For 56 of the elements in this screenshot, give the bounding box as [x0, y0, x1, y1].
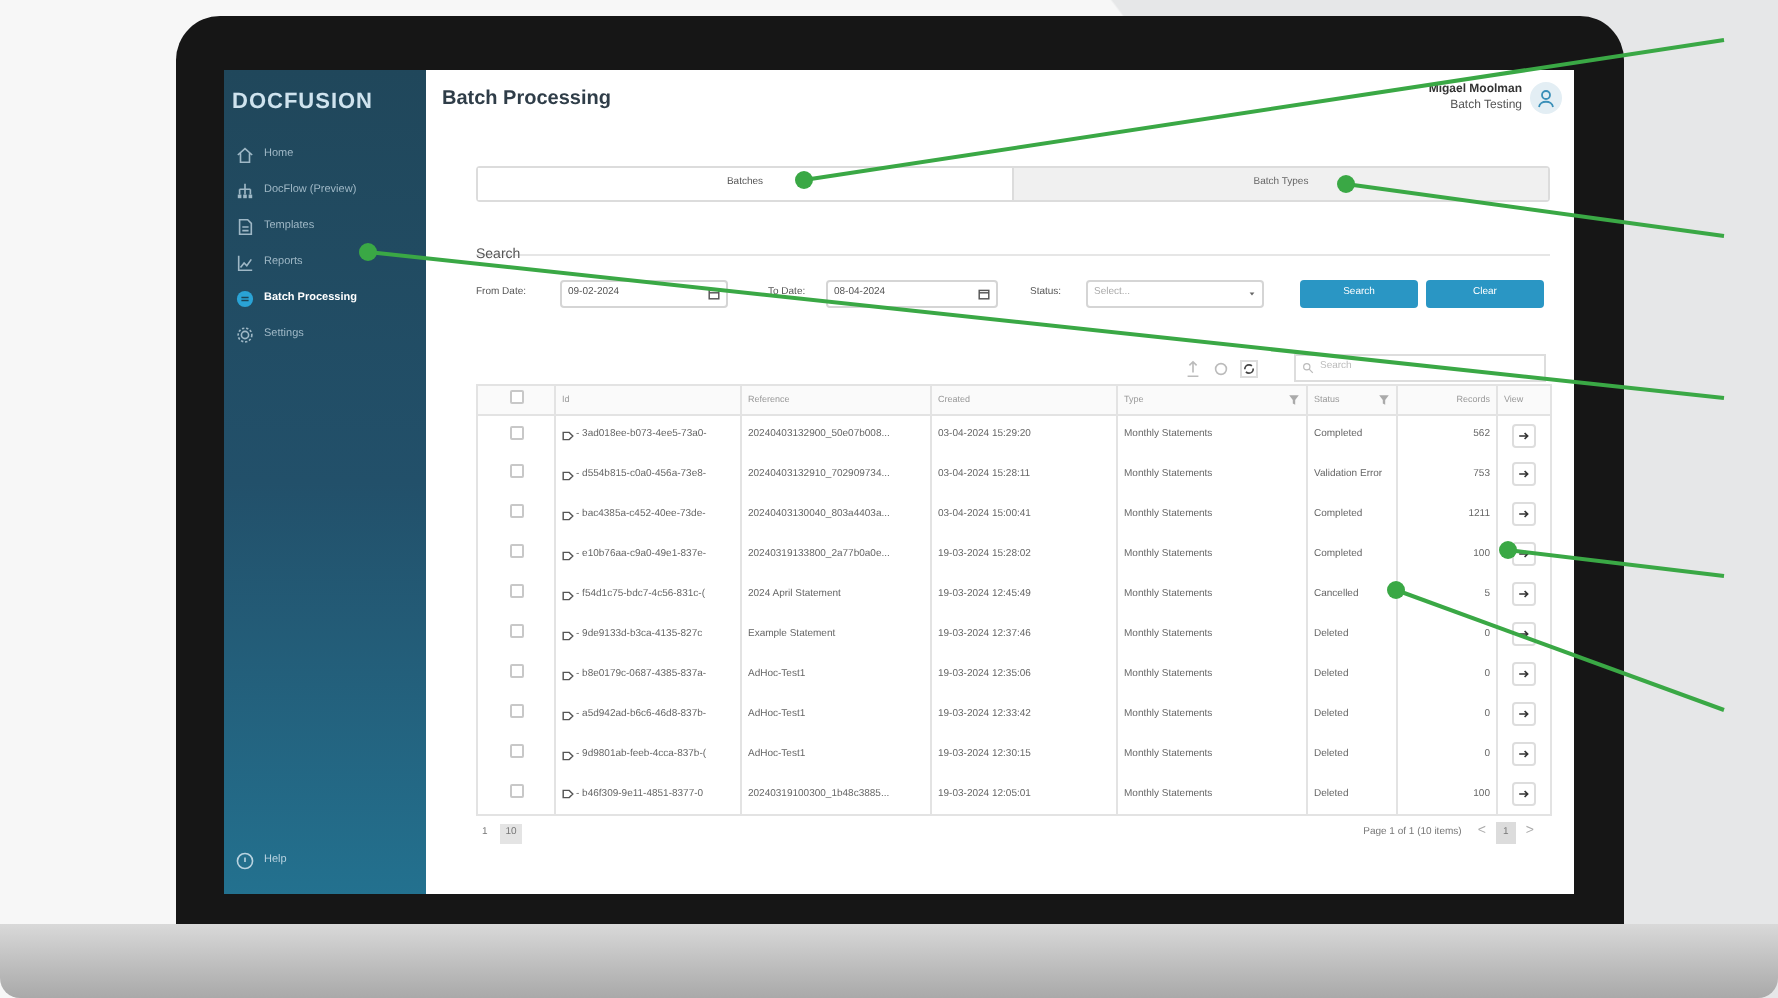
sync-icon: [1240, 359, 1258, 377]
document-icon: [236, 217, 254, 235]
view-button[interactable]: [1512, 662, 1536, 687]
tag-icon: [562, 549, 574, 561]
filter-icon: [1378, 394, 1390, 406]
arrow-right-icon: [1518, 628, 1530, 641]
view-button[interactable]: [1512, 502, 1536, 527]
arrow-right-icon: [1518, 708, 1530, 721]
filter-icon: [1288, 394, 1300, 406]
arrow-right-icon: [1518, 508, 1530, 521]
checkbox[interactable]: [509, 624, 523, 639]
tag-icon: [562, 509, 574, 521]
tag-icon: [562, 709, 574, 721]
hierarchy-icon: [236, 181, 254, 199]
arrow-right-icon: [1518, 668, 1530, 681]
help-icon: [236, 851, 254, 869]
view-button[interactable]: [1512, 423, 1536, 447]
calendar-icon: [978, 288, 990, 300]
tag-icon: [562, 669, 574, 681]
checkbox[interactable]: [509, 704, 523, 719]
chart-icon: [236, 253, 254, 271]
home-icon: [236, 145, 254, 163]
settings-icon: [236, 325, 254, 343]
arrow-right-icon: [1518, 429, 1530, 441]
view-button[interactable]: [1512, 462, 1536, 487]
view-button[interactable]: [1512, 782, 1536, 806]
tag-icon: [562, 788, 574, 801]
app-logo: DOCFUSION: [230, 90, 375, 114]
export-icon: [1184, 359, 1202, 377]
arrow-right-icon: [1518, 748, 1530, 761]
checkbox[interactable]: [509, 389, 523, 404]
checkbox[interactable]: [509, 584, 523, 599]
checkbox[interactable]: [509, 464, 523, 479]
arrow-right-icon: [1518, 788, 1530, 800]
arrow-right-icon: [1518, 468, 1530, 481]
calendar-icon: [708, 288, 720, 300]
arrow-right-icon: [1518, 588, 1530, 601]
search-icon: [1302, 362, 1314, 374]
caret-icon: [1248, 290, 1256, 298]
tag-icon: [562, 429, 574, 442]
view-button[interactable]: [1512, 582, 1536, 607]
arrow-right-icon: [1518, 548, 1530, 561]
checkbox[interactable]: [509, 504, 523, 519]
checkbox[interactable]: [509, 784, 523, 798]
tag-icon: [562, 469, 574, 481]
view-button[interactable]: [1512, 702, 1536, 727]
tag-icon: [562, 589, 574, 601]
checkbox[interactable]: [509, 544, 523, 559]
person-icon: [1536, 88, 1556, 108]
checkbox[interactable]: [509, 425, 523, 439]
view-button[interactable]: [1512, 742, 1536, 767]
checkbox[interactable]: [509, 664, 523, 679]
tag-icon: [562, 629, 574, 641]
page-title: Batch Processing: [442, 85, 611, 113]
checkbox[interactable]: [509, 744, 523, 759]
tag-icon: [562, 749, 574, 761]
